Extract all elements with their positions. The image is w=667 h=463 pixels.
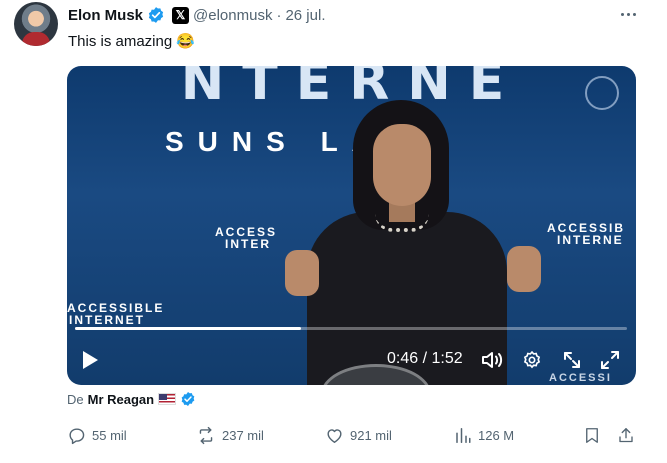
attribution-source[interactable]: Mr Reagan xyxy=(88,392,154,407)
repost-count: 237 mil xyxy=(222,427,264,443)
bookmark-icon xyxy=(586,427,598,443)
us-flag-icon xyxy=(158,393,177,405)
avatar[interactable] xyxy=(14,2,58,46)
settings-icon[interactable] xyxy=(519,342,545,378)
repost-button[interactable]: 237 mil xyxy=(196,424,264,446)
pip-icon[interactable] xyxy=(559,342,585,378)
repost-icon xyxy=(199,426,213,444)
share-icon xyxy=(619,427,633,442)
action-bar: 55 mil 237 mil 921 mil 126 M xyxy=(67,424,637,446)
video-progress-fill xyxy=(75,327,302,330)
like-icon xyxy=(327,428,342,443)
views-icon xyxy=(456,427,471,443)
reply-count: 55 mil xyxy=(92,427,127,443)
video-progress-bar[interactable] xyxy=(75,327,627,330)
tweet-text: This is amazing 😂 xyxy=(68,33,196,50)
author-name[interactable]: Elon Musk xyxy=(68,7,143,24)
play-icon[interactable] xyxy=(77,342,103,378)
fullscreen-icon[interactable] xyxy=(597,342,623,378)
tweet-date[interactable]: 26 jul. xyxy=(285,7,325,24)
separator: · xyxy=(276,6,282,24)
share-button[interactable] xyxy=(617,424,635,446)
verified-icon xyxy=(148,7,164,23)
video-controls: 0:46 / 1:52 xyxy=(67,342,636,378)
attribution-prefix: De xyxy=(67,391,84,407)
volume-icon[interactable] xyxy=(479,342,505,378)
label-line: INTERNE xyxy=(557,233,624,247)
label-line: INTERNET xyxy=(69,313,145,327)
video-label-right: ACCESSIB INTERNE xyxy=(547,222,625,246)
like-button[interactable]: 921 mil xyxy=(325,424,392,446)
author-handle[interactable]: @elonmusk xyxy=(193,7,272,24)
x-affiliate-icon[interactable]: 𝕏 xyxy=(172,6,190,24)
video-time: 0:46 / 1:52 xyxy=(387,350,463,367)
seal-logo xyxy=(585,76,619,110)
bookmark-button[interactable] xyxy=(583,424,601,446)
label-line: INTER xyxy=(225,237,271,251)
verified-icon xyxy=(181,392,195,406)
tweet-header: Elon Musk 𝕏 @elonmusk · 26 jul. xyxy=(68,4,325,26)
reply-button[interactable]: 55 mil xyxy=(67,424,127,446)
video-label-left: ACCESSIBLE INTERNET xyxy=(67,302,164,326)
tweet: Elon Musk 𝕏 @elonmusk · 26 jul. This is … xyxy=(0,0,667,463)
attribution: De Mr Reagan xyxy=(67,391,196,407)
video-label-center: ACCESS INTER xyxy=(215,226,277,250)
reply-icon xyxy=(69,427,85,444)
like-count: 921 mil xyxy=(350,427,392,443)
views-count: 126 M xyxy=(478,427,515,443)
views-button[interactable]: 126 M xyxy=(454,424,514,446)
video-player[interactable]: NTERNE SUNS LA ACCESS INTER ACCESSIB INT… xyxy=(67,66,636,385)
more-icon[interactable] xyxy=(617,4,639,24)
